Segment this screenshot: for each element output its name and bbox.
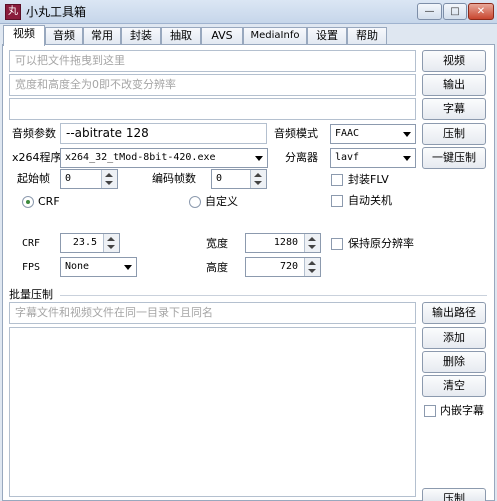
window-title: 小丸工具箱 — [26, 5, 87, 19]
mux-flv-label: 封装FLV — [348, 173, 389, 186]
batch-hint-input[interactable]: 字幕文件和视频文件在同一目录下且同名 — [9, 302, 416, 324]
splitter-label: 分离器 — [285, 151, 318, 164]
batch-file-list[interactable] — [9, 327, 416, 497]
custom-radio-label: 自定义 — [205, 195, 238, 208]
spin-arrows-icon[interactable] — [101, 170, 117, 188]
clear-button[interactable]: 清空 — [422, 375, 486, 397]
crf-radio-label: CRF — [38, 195, 60, 208]
encode-frames-spinner[interactable]: 0 — [211, 169, 267, 189]
chevron-down-icon — [124, 265, 132, 270]
splitter-value: lavf — [335, 152, 360, 163]
batch-section-title: 批量压制 — [9, 288, 53, 301]
minimize-icon: — — [424, 6, 435, 17]
encode-frames-label: 编码帧数 — [152, 172, 196, 185]
close-icon: ✕ — [476, 6, 486, 17]
minimize-button[interactable]: — — [417, 3, 442, 20]
video-button[interactable]: 视频 — [422, 50, 486, 72]
title-bar: 丸 小丸工具箱 — □ ✕ — [0, 0, 497, 24]
tab-video[interactable]: 视频 — [3, 25, 45, 46]
compress-button[interactable]: 压制 — [422, 123, 486, 145]
subtitle-button[interactable]: 字幕 — [422, 98, 486, 120]
embed-subtitle-label: 内嵌字幕 — [440, 404, 484, 417]
height-label: 高度 — [206, 261, 228, 274]
embed-subtitle-checkbox[interactable] — [424, 405, 436, 417]
mux-flv-checkbox[interactable] — [331, 174, 343, 186]
tab-avs[interactable]: AVS — [201, 27, 243, 45]
add-button[interactable]: 添加 — [422, 327, 486, 349]
width-label: 宽度 — [206, 237, 228, 250]
tab-audio[interactable]: 音频 — [45, 27, 83, 45]
tab-mediainfo[interactable]: MediaInfo — [243, 27, 307, 45]
audio-params-input[interactable]: --abitrate 128 — [60, 123, 267, 144]
x264-select[interactable]: x264_32_tMod-8bit-420.exe — [60, 148, 268, 168]
audio-mode-value: FAAC — [335, 128, 360, 139]
start-frame-spinner[interactable]: 0 — [60, 169, 118, 189]
output-file-input[interactable]: 宽度和高度全为0即不改变分辨率 — [9, 74, 416, 96]
tab-help[interactable]: 帮助 — [347, 27, 387, 45]
spin-arrows-icon[interactable] — [304, 234, 320, 252]
output-path-button[interactable]: 输出路径 — [422, 302, 486, 324]
tab-bar: 视频 音频 常用 封装 抽取 AVS MediaInfo 设置 帮助 — [0, 25, 497, 46]
crf-radio[interactable] — [22, 196, 34, 208]
audio-params-label: 音频参数 — [12, 127, 56, 140]
spin-arrows-icon[interactable] — [250, 170, 266, 188]
app-icon: 丸 — [5, 4, 21, 20]
height-spinner[interactable]: 720 — [245, 257, 321, 277]
chevron-down-icon — [403, 156, 411, 161]
maximize-button[interactable]: □ — [443, 3, 467, 20]
tab-extract[interactable]: 抽取 — [161, 27, 201, 45]
crf-label: CRF — [22, 238, 41, 249]
tab-mux[interactable]: 封装 — [121, 27, 161, 45]
encode-frames-value: 0 — [216, 173, 223, 184]
x264-value: x264_32_tMod-8bit-420.exe — [65, 152, 216, 163]
auto-shutdown-label: 自动关机 — [348, 194, 392, 207]
one-click-compress-button[interactable]: 一键压制 — [422, 147, 486, 169]
tab-settings[interactable]: 设置 — [307, 27, 347, 45]
spin-arrows-icon[interactable] — [304, 258, 320, 276]
crf-value: 23.5 — [72, 237, 97, 248]
start-frame-value: 0 — [65, 173, 72, 184]
output-button[interactable]: 输出 — [422, 74, 486, 96]
auto-shutdown-checkbox[interactable] — [331, 195, 343, 207]
video-file-input[interactable]: 可以把文件拖曳到这里 — [9, 50, 416, 72]
chevron-down-icon — [403, 132, 411, 137]
subtitle-file-input[interactable] — [9, 98, 416, 120]
fps-select[interactable]: None — [60, 257, 137, 277]
fps-label: FPS — [22, 262, 41, 273]
splitter-select[interactable]: lavf — [330, 148, 416, 168]
x264-label: x264程序 — [12, 151, 62, 164]
start-frame-label: 起始帧 — [17, 172, 50, 185]
close-button[interactable]: ✕ — [468, 3, 494, 20]
keep-resolution-checkbox[interactable] — [331, 238, 343, 250]
height-value: 720 — [279, 261, 298, 272]
width-value: 1280 — [273, 237, 298, 248]
spin-arrows-icon[interactable] — [103, 234, 119, 252]
batch-compress-button[interactable]: 压制 — [422, 488, 486, 501]
audio-mode-select[interactable]: FAAC — [330, 124, 416, 144]
width-spinner[interactable]: 1280 — [245, 233, 321, 253]
custom-radio[interactable] — [189, 196, 201, 208]
fps-value: None — [65, 261, 90, 272]
audio-mode-label: 音频模式 — [274, 127, 318, 140]
chevron-down-icon — [255, 156, 263, 161]
batch-divider — [60, 295, 487, 296]
keep-resolution-label: 保持原分辨率 — [348, 237, 414, 250]
tab-common[interactable]: 常用 — [83, 27, 121, 45]
delete-button[interactable]: 删除 — [422, 351, 486, 373]
maximize-icon: □ — [450, 6, 460, 17]
crf-spinner[interactable]: 23.5 — [60, 233, 120, 253]
